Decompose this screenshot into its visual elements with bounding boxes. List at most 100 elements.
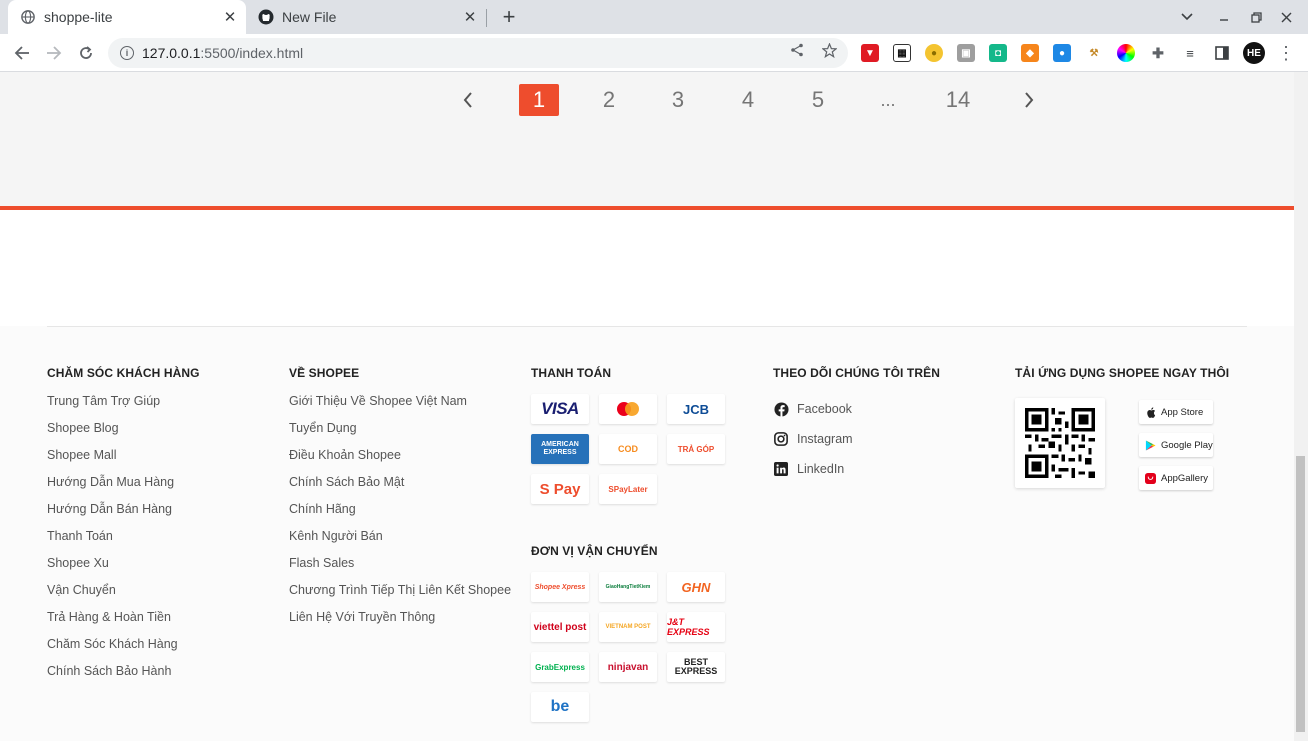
qr-code[interactable]: [1015, 398, 1105, 488]
column-title: ĐƠN VỊ VẬN CHUYỂN: [531, 544, 658, 558]
column-title: CHĂM SÓC KHÁCH HÀNG: [47, 366, 200, 380]
footer-link[interactable]: Shopee Xu: [47, 556, 200, 583]
footer-link[interactable]: Thanh Toán: [47, 529, 200, 556]
footer-link[interactable]: Hướng Dẫn Bán Hàng: [47, 502, 200, 529]
footer-link[interactable]: Hướng Dẫn Mua Hàng: [47, 475, 200, 502]
amex-logo: AMERICAN EXPRESS: [531, 434, 589, 464]
column-title: THEO DÕI CHÚNG TÔI TRÊN: [773, 366, 940, 380]
tab-new-file[interactable]: New File ✕: [250, 0, 486, 34]
footer-link[interactable]: Chính Sách Bảo Hành: [47, 664, 200, 691]
page-button-14[interactable]: 14: [938, 84, 978, 116]
footer-col-customer-care: CHĂM SÓC KHÁCH HÀNG Trung Tâm Trợ Giúp S…: [47, 366, 200, 691]
minimize-icon[interactable]: [1214, 8, 1234, 26]
page-button-3[interactable]: 3: [658, 84, 698, 116]
next-page-button[interactable]: [1009, 84, 1049, 116]
app-gallery-button[interactable]: AppGallery: [1139, 466, 1213, 490]
footer-link[interactable]: Shopee Blog: [47, 421, 200, 448]
reload-icon[interactable]: [74, 41, 98, 65]
url-path: :5500/index.html: [200, 45, 304, 61]
facebook-icon: [773, 401, 789, 417]
profile-avatar[interactable]: HE: [1243, 42, 1265, 64]
social-label: LinkedIn: [797, 462, 845, 476]
ghtk-logo: GiaoHangTietKiem: [599, 572, 657, 602]
tab-divider: [486, 9, 487, 27]
apple-icon: [1145, 406, 1156, 418]
browser-menu-icon[interactable]: ⋮: [1277, 43, 1295, 63]
footer-link[interactable]: Điều Khoản Shopee: [289, 448, 511, 475]
shield-extension-icon[interactable]: ▼: [861, 44, 879, 62]
footer-link[interactable]: Trả Hàng & Hoàn Tiền: [47, 610, 200, 637]
social-link-instagram[interactable]: Instagram: [773, 424, 940, 454]
footer-link[interactable]: Chăm Sóc Khách Hàng: [47, 637, 200, 664]
puzzle-extensions-icon[interactable]: ✚: [1149, 44, 1167, 62]
footer-col-about: VỀ SHOPEE Giới Thiệu Về Shopee Việt Nam …: [289, 366, 511, 637]
restore-icon[interactable]: [1246, 8, 1266, 26]
close-tab-icon[interactable]: ✕: [460, 7, 480, 27]
payment-logos: VISA JCB AMERICAN EXPRESS COD TRẢ GÓP S …: [531, 394, 725, 504]
mastercard-logo: [599, 394, 657, 424]
footer-link[interactable]: Kênh Người Bán: [289, 529, 511, 556]
site-info-icon[interactable]: i: [120, 46, 134, 60]
page-button-1[interactable]: 1: [519, 84, 559, 116]
store-label: AppGallery: [1161, 472, 1208, 484]
store-label: Google Play: [1161, 439, 1213, 451]
close-tab-icon[interactable]: ✕: [220, 7, 240, 27]
back-arrow-icon[interactable]: [10, 41, 34, 65]
hammer-extension-icon[interactable]: ⚒: [1085, 44, 1103, 62]
forward-arrow-icon[interactable]: [42, 41, 66, 65]
page-button-5[interactable]: 5: [798, 84, 838, 116]
google-play-button[interactable]: Google Play: [1139, 433, 1213, 457]
social-label: Instagram: [797, 432, 853, 446]
color-picker-icon[interactable]: [1117, 44, 1135, 62]
cod-logo: COD: [599, 434, 657, 464]
app-store-button[interactable]: App Store: [1139, 400, 1213, 424]
profile-extension-icon[interactable]: ▣: [957, 44, 975, 62]
share-icon[interactable]: [788, 41, 806, 59]
footer-link[interactable]: Shopee Mall: [47, 448, 200, 475]
footer-link[interactable]: Liên Hệ Với Truyền Thông: [289, 610, 511, 637]
address-bar[interactable]: i 127.0.0.1:5500/index.html: [108, 38, 848, 68]
tab-shoppe-lite[interactable]: shoppe-lite ✕: [8, 0, 246, 34]
scrollbar-thumb[interactable]: [1296, 456, 1305, 732]
page-viewport: 1 2 3 4 5 ... 14 CHĂM SÓC KHÁCH HÀNG Tru…: [0, 72, 1294, 741]
drop-extension-icon[interactable]: ●: [1053, 44, 1071, 62]
grab-express-logo: GrabExpress: [531, 652, 589, 682]
qr-extension-icon[interactable]: ▦: [893, 44, 911, 62]
footer-col-payment: THANH TOÁN VISA JCB AMERICAN EXPRESS COD…: [531, 366, 725, 722]
social-link-facebook[interactable]: Facebook: [773, 394, 940, 424]
new-tab-icon[interactable]: +: [498, 6, 520, 28]
social-link-linkedin[interactable]: LinkedIn: [773, 454, 940, 484]
footer-link[interactable]: Trung Tâm Trợ Giúp: [47, 394, 200, 421]
viettel-post-logo: viettel post: [531, 612, 589, 642]
installment-logo: TRẢ GÓP: [667, 434, 725, 464]
side-panel-icon[interactable]: [1213, 44, 1231, 62]
tab-title: New File: [282, 9, 337, 25]
footer-link[interactable]: Tuyển Dụng: [289, 421, 511, 448]
github-icon: [258, 9, 274, 25]
footer: CHĂM SÓC KHÁCH HÀNG Trung Tâm Trợ Giúp S…: [0, 326, 1294, 741]
page-button-4[interactable]: 4: [728, 84, 768, 116]
footer-col-follow: THEO DÕI CHÚNG TÔI TRÊN Facebook Instagr…: [773, 366, 940, 484]
footer-link[interactable]: Chính Hãng: [289, 502, 511, 529]
url-host: 127.0.0.1: [142, 45, 201, 61]
footer-link[interactable]: Vận Chuyển: [47, 583, 200, 610]
footer-link[interactable]: Chính Sách Bảo Mật: [289, 475, 511, 502]
best-express-logo: BEST EXPRESS: [667, 652, 725, 682]
coin-extension-icon[interactable]: ●: [925, 44, 943, 62]
media-control-icon[interactable]: ≡: [1181, 44, 1199, 62]
prev-page-button[interactable]: [448, 84, 488, 116]
page-ellipsis: ...: [880, 89, 896, 110]
footer-link[interactable]: Giới Thiệu Về Shopee Việt Nam: [289, 394, 511, 421]
green-extension-icon[interactable]: ◘: [989, 44, 1007, 62]
page-button-2[interactable]: 2: [589, 84, 629, 116]
bookmark-star-icon[interactable]: [820, 41, 838, 59]
huawei-appgallery-icon: [1145, 472, 1156, 484]
close-window-icon[interactable]: [1276, 8, 1296, 26]
browser-tab-bar: shoppe-lite ✕ New File ✕ +: [0, 0, 1308, 34]
tab-search-chevron-icon[interactable]: [1177, 8, 1197, 26]
metamask-icon[interactable]: ◆: [1021, 44, 1039, 62]
footer-link[interactable]: Chương Trình Tiếp Thị Liên Kết Shopee: [289, 583, 511, 610]
pagination: 1 2 3 4 5 ... 14: [0, 84, 1294, 118]
footer-link[interactable]: Flash Sales: [289, 556, 511, 583]
shipping-logos: Shopee Xpress GiaoHangTietKiem GHN viett…: [531, 572, 725, 722]
